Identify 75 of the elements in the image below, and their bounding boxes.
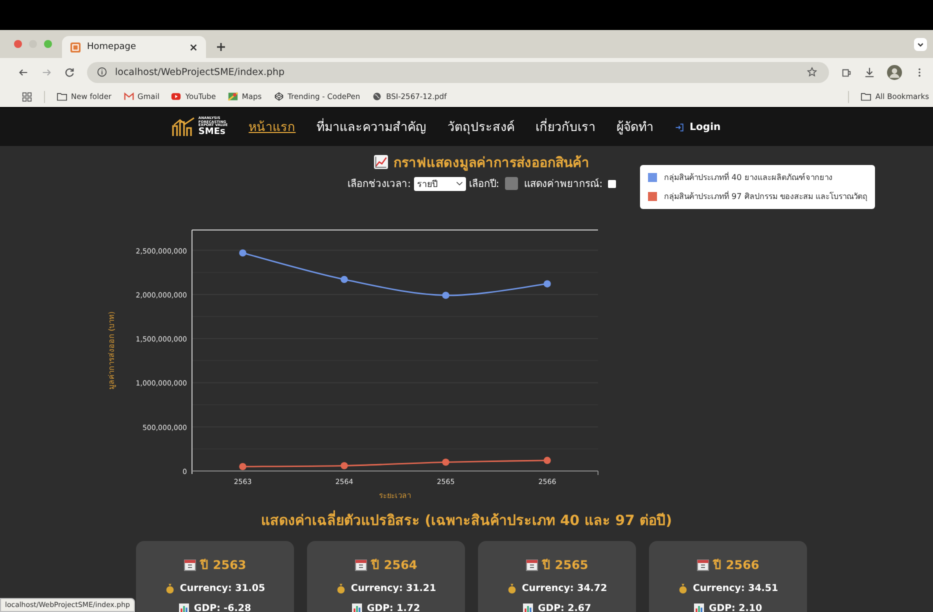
currency-value: Currency: 34.51 — [692, 583, 778, 594]
period-label: เลือกช่วงเวลา: — [347, 178, 411, 191]
bar-chart-icon — [178, 603, 189, 612]
sign-in-icon — [674, 122, 684, 132]
bar-chart-icon — [172, 117, 196, 137]
summary-title: แสดงค่าเฉลี่ยตัวแปรอิสระ (เฉพาะสินค้าประเภท 40 และ 97 ต่อปี) — [260, 509, 672, 531]
nav-link[interactable]: หน้าแรก — [248, 117, 296, 137]
map-icon — [228, 92, 238, 101]
avatar-icon[interactable] — [887, 64, 902, 80]
folder-icon — [861, 92, 872, 101]
money-bag-icon — [678, 583, 688, 594]
gdp-value: GDP: 2.10 — [708, 603, 762, 612]
year-dropdown[interactable] — [505, 177, 518, 190]
cube-icon — [274, 92, 284, 101]
currency-value: Currency: 31.05 — [180, 583, 266, 594]
calendar-icon — [354, 558, 367, 570]
card-year: ปี 2563 — [200, 557, 246, 574]
bar-chart-icon — [522, 603, 533, 612]
globe-icon — [372, 92, 382, 101]
mail-icon — [124, 92, 134, 101]
money-bag-icon — [506, 583, 517, 594]
data-point[interactable] — [442, 458, 450, 466]
reload-icon[interactable] — [64, 66, 75, 78]
browser-tab[interactable]: Homepage — [62, 36, 206, 58]
play-icon — [171, 92, 182, 101]
nav-link[interactable]: ผู้จัดทำ — [616, 117, 654, 137]
bar-chart-icon — [694, 603, 704, 612]
data-point[interactable] — [442, 292, 450, 299]
calendar-icon — [526, 558, 538, 570]
tab-list-icon[interactable] — [914, 38, 927, 50]
gdp-value: GDP: -6.28 — [194, 603, 252, 612]
apps-icon[interactable] — [22, 92, 32, 102]
year-label: เลือกปี: — [468, 178, 500, 191]
back-icon[interactable] — [18, 66, 29, 78]
data-point[interactable] — [544, 280, 551, 288]
data-point[interactable] — [239, 462, 246, 470]
chart-title: กราฟแสดงมูลค่าการส่งออกสินค้า — [394, 154, 590, 173]
gdp-value: GDP: 1.72 — [366, 603, 420, 612]
site-icon — [70, 42, 81, 52]
legend-swatch[interactable] — [648, 192, 657, 201]
nav-link[interactable]: เกี่ยวกับเรา — [536, 117, 596, 137]
close-icon[interactable] — [189, 42, 198, 52]
currency-value: Currency: 31.21 — [350, 583, 436, 594]
line-chart-icon — [374, 155, 388, 169]
money-bag-icon — [336, 583, 346, 594]
legend-swatch[interactable] — [648, 173, 657, 182]
nav-link[interactable]: ที่มาและความสำคัญ — [316, 117, 427, 137]
card-year: ปี 2564 — [372, 557, 418, 574]
calendar-icon — [696, 558, 709, 570]
folder-icon — [57, 92, 67, 101]
data-point[interactable] — [340, 276, 348, 284]
money-bag-icon — [164, 583, 175, 594]
card-year: ปี 2565 — [542, 557, 588, 574]
info-icon — [97, 67, 107, 77]
nav-link[interactable]: วัตถุประสงค์ — [448, 117, 515, 137]
bar-chart-icon — [352, 603, 362, 612]
download-icon[interactable] — [864, 66, 875, 78]
currency-value: Currency: 34.72 — [522, 583, 608, 594]
data-point[interactable] — [544, 456, 551, 464]
period-dropdown[interactable]: รายปี — [414, 176, 466, 190]
caret-icon — [456, 181, 463, 186]
address-field[interactable]: localhost/WebProjectSME/index.php — [87, 62, 829, 82]
card-year: ปี 2566 — [714, 557, 760, 574]
login-link[interactable]: Login — [674, 122, 721, 132]
extension-icon[interactable] — [841, 66, 852, 78]
new-tab-icon[interactable] — [216, 42, 226, 52]
forecast-label: แสดงค่าพยากรณ์: — [524, 177, 603, 191]
data-point[interactable] — [239, 249, 246, 257]
calendar-icon — [184, 558, 196, 570]
gdp-value: GDP: 2.67 — [538, 603, 592, 612]
star-icon[interactable] — [807, 67, 817, 77]
legend-label: กลุ่มสินค้าประเภทที่ 40 ยางและผลิตภัณฑ์จากยาง — [664, 171, 832, 184]
legend-label: กลุ่มสินค้าประเภทที่ 97 ศิลปกรรม ของสะสม และโบราณวัตถุ — [664, 190, 868, 203]
data-point[interactable] — [340, 462, 348, 470]
forecast-checkbox[interactable] — [608, 180, 616, 188]
